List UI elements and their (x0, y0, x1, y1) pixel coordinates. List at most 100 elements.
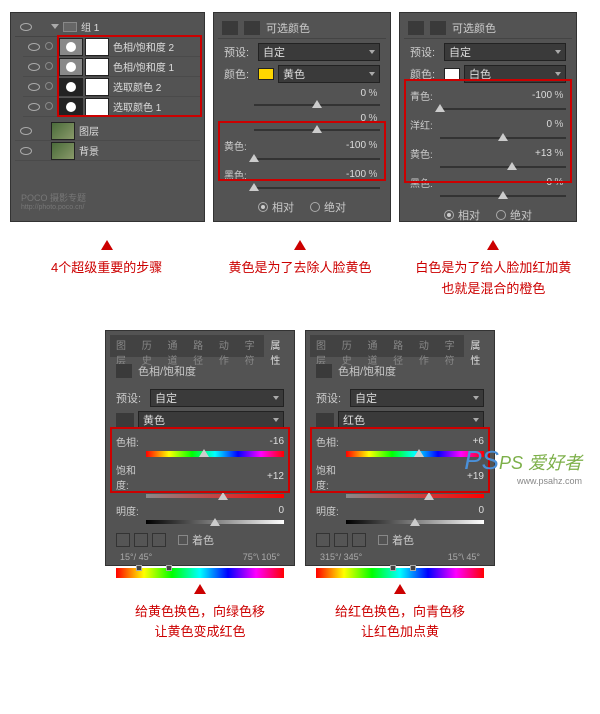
visibility-icon[interactable] (28, 63, 40, 71)
visibility-icon[interactable] (20, 23, 32, 31)
eyedropper-add-icon[interactable] (134, 533, 148, 547)
eyedropper-add-icon[interactable] (334, 533, 348, 547)
layer-row[interactable]: 色相/饱和度 2 (23, 37, 200, 57)
link-icon[interactable] (45, 62, 53, 70)
slider-handle[interactable] (498, 191, 508, 199)
layer-thumb[interactable] (51, 122, 75, 140)
preset-select[interactable]: 自定 (258, 43, 380, 61)
slider-handle[interactable] (424, 492, 434, 500)
slider-handle[interactable] (210, 518, 220, 526)
eyedropper-sub-icon[interactable] (152, 533, 166, 547)
preset-select[interactable]: 自定 (444, 43, 566, 61)
tab[interactable]: 路径 (387, 335, 413, 357)
arrow-up-icon (101, 240, 113, 250)
slider-group: 青色:-100% 洋红:0% 黄色:+13% 黑色:0% (404, 87, 572, 201)
chevron-down-icon (555, 72, 561, 76)
hue-range-bar[interactable] (316, 568, 484, 578)
eyedropper-icon[interactable] (116, 533, 130, 547)
slider-handle[interactable] (410, 518, 420, 526)
slider-handle[interactable] (414, 449, 424, 457)
tab-active[interactable]: 属性 (464, 335, 490, 357)
visibility-icon[interactable] (20, 127, 32, 135)
tab-active[interactable]: 属性 (264, 335, 290, 357)
layer-row[interactable]: 选取颜色 2 (23, 77, 200, 97)
adjustment-thumb[interactable] (59, 58, 83, 76)
layer-thumb[interactable] (51, 142, 75, 160)
layer-name: 色相/饱和度 2 (113, 39, 174, 54)
preset-label: 预设: (116, 390, 146, 406)
angle-left: 315°/ 345° (320, 552, 362, 562)
link-icon[interactable] (45, 102, 53, 110)
chevron-down-icon (473, 418, 479, 422)
slider-handle[interactable] (249, 154, 259, 162)
tab[interactable]: 字符 (239, 335, 265, 357)
colorize-checkbox[interactable] (178, 535, 188, 545)
slider-handle[interactable] (218, 492, 228, 500)
radio-relative[interactable]: 相对 (258, 199, 294, 215)
layer-name: 选取颜色 1 (113, 99, 161, 114)
mask-thumb[interactable] (85, 58, 109, 76)
tab[interactable]: 历史 (336, 335, 362, 357)
slider-handle[interactable] (498, 133, 508, 141)
link-icon[interactable] (45, 82, 53, 90)
colorize-label: 着色 (392, 532, 414, 548)
color-select[interactable]: 白色 (464, 65, 566, 83)
radio-absolute[interactable]: 绝对 (496, 207, 532, 223)
preset-label: 预设: (224, 44, 254, 60)
tab[interactable]: 路径 (187, 335, 213, 357)
colorize-label: 着色 (192, 532, 214, 548)
adjustment-thumb[interactable] (59, 78, 83, 96)
adjustment-icon (116, 364, 132, 378)
group-row[interactable]: 组 1 (15, 17, 200, 37)
chevron-down-icon (473, 396, 479, 400)
visibility-icon[interactable] (28, 103, 40, 111)
tab[interactable]: 通道 (161, 335, 187, 357)
tab[interactable]: 动作 (213, 335, 239, 357)
color-select[interactable]: 黄色 (278, 65, 380, 83)
visibility-icon[interactable] (28, 43, 40, 51)
layer-row[interactable]: 背景 (15, 141, 200, 161)
mask-thumb[interactable] (85, 38, 109, 56)
hand-icon[interactable] (116, 413, 134, 427)
tab[interactable]: 通道 (361, 335, 387, 357)
eyedropper-sub-icon[interactable] (352, 533, 366, 547)
tab[interactable]: 图层 (310, 335, 336, 357)
layer-row[interactable]: 色相/饱和度 1 (23, 57, 200, 77)
radio-absolute[interactable]: 绝对 (310, 199, 346, 215)
mask-thumb[interactable] (85, 78, 109, 96)
layer-row[interactable]: 选取颜色 1 (23, 97, 200, 117)
collapse-icon[interactable] (51, 24, 59, 29)
color-swatch (258, 68, 274, 80)
tab[interactable]: 历史 (136, 335, 162, 357)
caption-text: 给红色换色，向青色移 让红色加点黄 (300, 602, 500, 644)
layer-row[interactable]: 图层 (15, 121, 200, 141)
tab[interactable]: 字符 (439, 335, 465, 357)
preset-select[interactable]: 自定 (150, 389, 284, 407)
eyedropper-icon[interactable] (316, 533, 330, 547)
slider-group: 0% 0% 黄色:-100% 黑色:-100% (218, 87, 386, 193)
channel-select[interactable]: 红色 (338, 411, 484, 429)
tab-icon (244, 21, 260, 35)
slider-handle[interactable] (507, 162, 517, 170)
adjustment-thumb[interactable] (59, 38, 83, 56)
tab[interactable]: 动作 (413, 335, 439, 357)
preset-select[interactable]: 自定 (350, 389, 484, 407)
mask-thumb[interactable] (85, 98, 109, 116)
tab[interactable]: 图层 (110, 335, 136, 357)
link-icon[interactable] (45, 42, 53, 50)
visibility-icon[interactable] (20, 147, 32, 155)
radio-relative[interactable]: 相对 (444, 207, 480, 223)
hand-icon[interactable] (316, 413, 334, 427)
hue-range-bar[interactable] (116, 568, 284, 578)
visibility-icon[interactable] (28, 83, 40, 91)
slider-handle[interactable] (435, 104, 445, 112)
slider-handle[interactable] (312, 125, 322, 133)
slider-handle[interactable] (312, 100, 322, 108)
slider-handle[interactable] (249, 183, 259, 191)
color-label: 颜色: (410, 66, 440, 82)
adjustment-thumb[interactable] (59, 98, 83, 116)
colorize-checkbox[interactable] (378, 535, 388, 545)
layer-name: 色相/饱和度 1 (113, 59, 174, 74)
slider-handle[interactable] (199, 449, 209, 457)
channel-select[interactable]: 黄色 (138, 411, 284, 429)
